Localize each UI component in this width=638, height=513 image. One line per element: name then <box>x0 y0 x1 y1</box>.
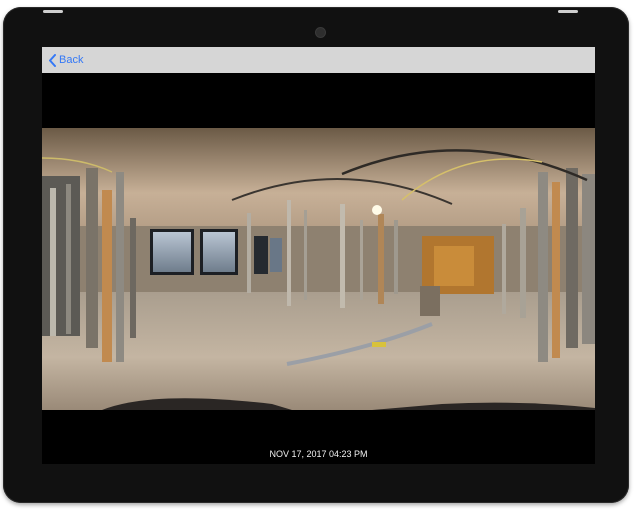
panorama-photo[interactable] <box>42 128 595 410</box>
power-button <box>558 10 578 13</box>
app-screen: Back NOV 17, 2017 04:23 PM <box>42 47 595 464</box>
chevron-left-icon <box>49 53 56 67</box>
back-label: Back <box>59 54 84 66</box>
volume-button <box>43 10 63 13</box>
back-button[interactable]: Back <box>48 51 83 69</box>
navigation-bar: Back <box>42 47 595 73</box>
front-camera <box>316 28 325 37</box>
capture-timestamp: NOV 17, 2017 04:23 PM <box>269 449 368 459</box>
